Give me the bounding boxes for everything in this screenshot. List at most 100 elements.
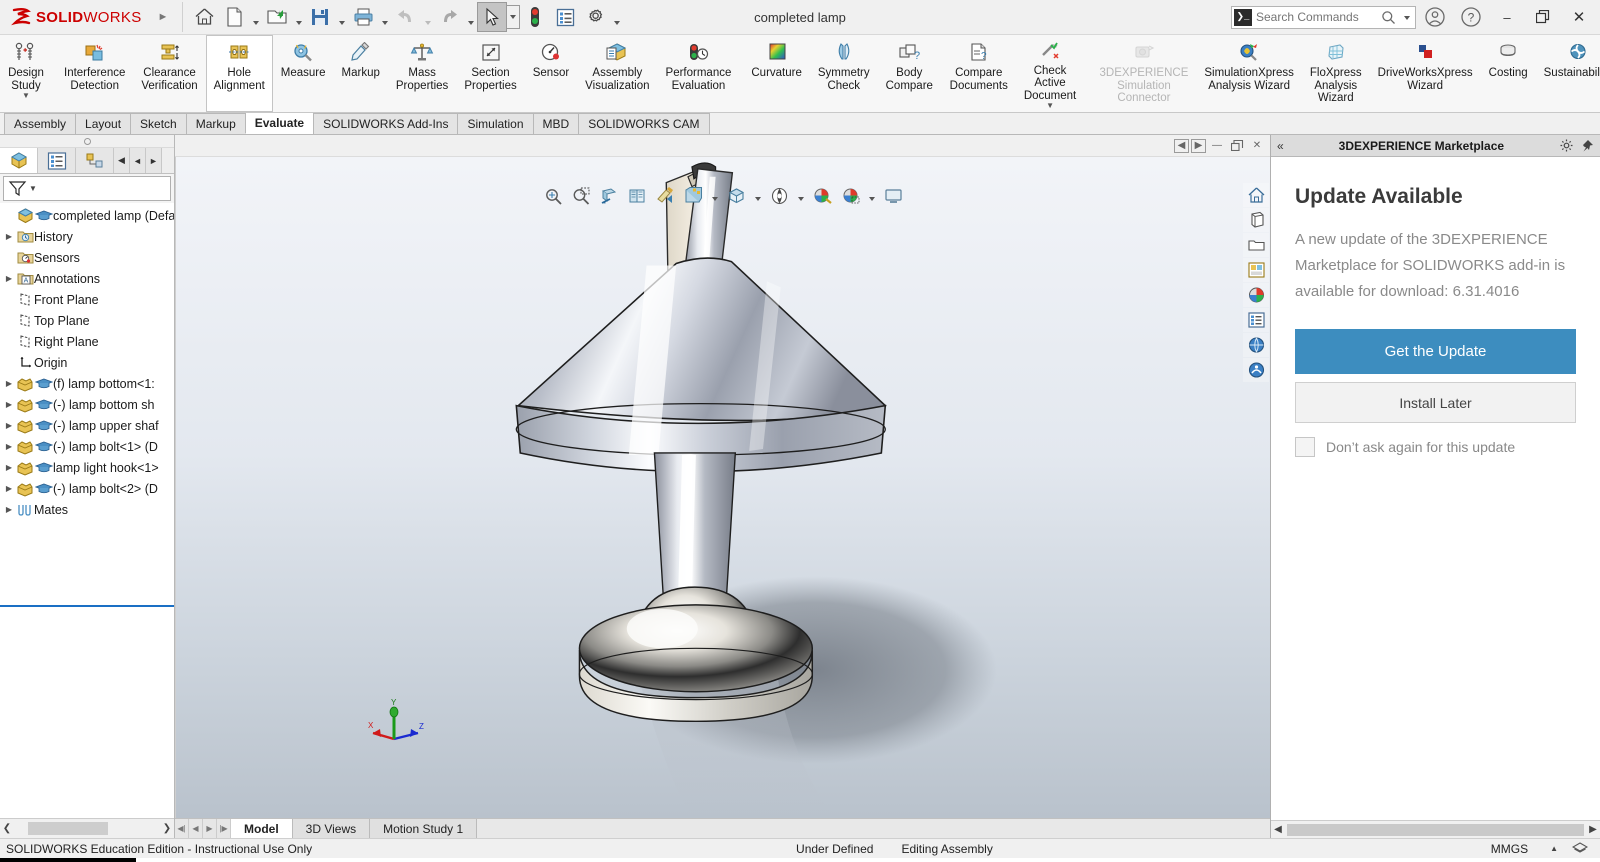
tree-item-lamp-bottom[interactable]: ▶ (f) lamp bottom<1: [0, 373, 174, 394]
search-input[interactable] [1256, 10, 1377, 24]
solidworks-forum-icon[interactable] [1243, 358, 1269, 382]
tab-assembly[interactable]: Assembly [4, 113, 77, 134]
next-tab-icon[interactable]: ▶ [203, 819, 217, 838]
tree-expander[interactable]: ▶ [2, 379, 16, 388]
search-dropdown[interactable] [1400, 8, 1413, 26]
tree-expander[interactable]: ▶ [2, 463, 16, 472]
undo-dropdown[interactable] [421, 2, 434, 32]
ribbon-body-compare[interactable]: ? Body Compare [878, 35, 941, 112]
tab-layout[interactable]: Layout [75, 113, 132, 134]
edit-appearance-icon[interactable] [767, 184, 791, 208]
tab-nav-arrows[interactable]: ◀| ◀ ▶ |▶ [175, 819, 231, 838]
previous-view-icon[interactable] [653, 184, 677, 208]
tree-item-root[interactable]: completed lamp (Defau [0, 205, 174, 226]
view-model-icon[interactable] [1243, 208, 1269, 232]
tree-item-lamp-upper-shaft[interactable]: ▶ (-) lamp upper shaf [0, 415, 174, 436]
new-document-icon[interactable] [219, 2, 249, 32]
save-dropdown[interactable] [335, 2, 348, 32]
print-icon[interactable] [348, 2, 378, 32]
redo-icon[interactable] [434, 2, 464, 32]
tab-simulation[interactable]: Simulation [457, 113, 534, 134]
feature-manager-tree-tab[interactable] [0, 148, 38, 173]
collapse-panel-icon[interactable]: « [1277, 139, 1284, 153]
gear-icon[interactable] [580, 2, 610, 32]
open-document-dropdown[interactable] [292, 2, 305, 32]
chevron-down-icon[interactable]: ▼ [29, 184, 37, 193]
ribbon-hole-alignment[interactable]: Hole Alignment [205, 35, 273, 112]
search-commands-box[interactable]: ❯_ [1231, 5, 1416, 29]
apply-scene-icon[interactable] [810, 184, 834, 208]
window-close-button[interactable]: ✕ [1562, 1, 1596, 34]
window-minimize-button[interactable]: – [1490, 1, 1524, 34]
ribbon-simulationxpress-analysis-wizard[interactable]: SimulationXpress Analysis Wizard [1196, 35, 1301, 112]
chevron-down-icon[interactable]: ▼ [1046, 102, 1054, 110]
ribbon-design-study[interactable]: Design Study ▼ [0, 35, 52, 112]
ribbon-check-active-document[interactable]: Check Active Document ▼ [1013, 35, 1088, 112]
tree-item-mates[interactable]: ▶ Mates [0, 499, 174, 520]
tree-expander[interactable]: ▶ [2, 505, 16, 514]
panel-splitter-handle[interactable] [0, 135, 174, 148]
tree-expander[interactable]: ▶ [2, 484, 16, 493]
ribbon-driveworksxpress-wizard[interactable]: DriveWorksXpress Wizard [1370, 35, 1481, 112]
logo-menu-arrow[interactable]: ► [158, 11, 169, 23]
dont-ask-again-checkbox[interactable] [1295, 437, 1315, 457]
tree-item-annotations[interactable]: ▶ A Annotations [0, 268, 174, 289]
tree-item-origin[interactable]: Origin [0, 352, 174, 373]
help-question-icon[interactable]: ? [1454, 1, 1488, 34]
restore-right-icon[interactable]: ▶ [1191, 138, 1206, 153]
property-manager-tab[interactable] [38, 148, 76, 173]
feature-tree-scrollbar[interactable]: ❮ ❯ [0, 818, 174, 838]
select-dropdown[interactable] [507, 5, 521, 29]
ribbon-mass-properties[interactable]: Mass Properties [388, 35, 456, 112]
view-settings-icon[interactable] [838, 184, 862, 208]
new-document-dropdown[interactable] [249, 2, 262, 32]
tab-mbd[interactable]: MBD [532, 113, 580, 134]
viewport-layout-icon[interactable] [881, 184, 905, 208]
prev-tab-icon[interactable]: ◀ [189, 819, 203, 838]
ribbon-section-properties[interactable]: Section Properties [456, 35, 524, 112]
undo-icon[interactable] [391, 2, 421, 32]
ribbon-performance-evaluation[interactable]: Performance Evaluation [658, 35, 740, 112]
zoom-to-fit-icon[interactable] [541, 184, 565, 208]
gear-icon[interactable] [1559, 138, 1574, 153]
open-document-icon[interactable] [262, 2, 292, 32]
tree-expander[interactable]: ▶ [2, 232, 16, 241]
feature-tree[interactable]: completed lamp (Defau ▶ History Sensors [0, 203, 174, 818]
display-manager-tab[interactable]: ◀ [114, 148, 130, 173]
ribbon-curvature[interactable]: Curvature [743, 35, 810, 112]
tree-item-lamp-bottom-shaft[interactable]: ▶ (-) lamp bottom sh [0, 394, 174, 415]
ribbon-clearance-verification[interactable]: Clearance Verification [133, 35, 205, 112]
chevron-down-icon[interactable]: ▼ [22, 92, 30, 100]
tab-evaluate[interactable]: Evaluate [244, 112, 315, 134]
tree-item-lamp-bolt-2[interactable]: ▶ (-) lamp bolt<2> (D [0, 478, 174, 499]
status-units-caret[interactable]: ▲ [1542, 844, 1566, 853]
tab-solidworks-cam[interactable]: SOLIDWORKS CAM [578, 113, 710, 134]
ribbon-interference-detection[interactable]: Interference Detection [56, 35, 133, 112]
tab-model[interactable]: Model [231, 819, 293, 838]
appearances-icon[interactable] [1243, 283, 1269, 307]
tree-item-lamp-light-hook[interactable]: ▶ lamp light hook<1> [0, 457, 174, 478]
select-cursor-icon[interactable] [477, 2, 508, 32]
scroll-left-icon[interactable]: ❮ [0, 823, 14, 834]
options-list-icon[interactable] [550, 2, 580, 32]
search-icon[interactable] [1381, 10, 1396, 25]
ribbon-sensor[interactable]: Sensor [525, 35, 577, 112]
view-home-icon[interactable] [1243, 183, 1269, 207]
section-view-icon[interactable] [597, 184, 621, 208]
tree-expander[interactable]: ▶ [2, 442, 16, 451]
restore-left-icon[interactable]: ◀ [1174, 138, 1189, 153]
graphics-viewport[interactable]: X Z Y [175, 157, 1270, 818]
scroll-right-icon[interactable]: ▶ [1586, 824, 1600, 835]
tree-item-lamp-bolt-1[interactable]: ▶ (-) lamp bolt<1> (D [0, 436, 174, 457]
scroll-thumb[interactable] [28, 822, 108, 835]
view-orientation-icon[interactable] [625, 184, 649, 208]
tabstrip-next-button[interactable]: ► [146, 148, 162, 173]
task-pane-scrollbar[interactable]: ◀ ▶ [1271, 820, 1600, 838]
redo-dropdown[interactable] [464, 2, 477, 32]
open-folder-icon[interactable] [1243, 233, 1269, 257]
lamp-3d-model[interactable] [176, 157, 1270, 818]
print-dropdown[interactable] [378, 2, 391, 32]
ribbon-sustainability[interactable]: Sustainability [1536, 35, 1600, 112]
window-restore-button[interactable] [1526, 1, 1560, 34]
tabstrip-prev-button[interactable]: ◄ [130, 148, 146, 173]
